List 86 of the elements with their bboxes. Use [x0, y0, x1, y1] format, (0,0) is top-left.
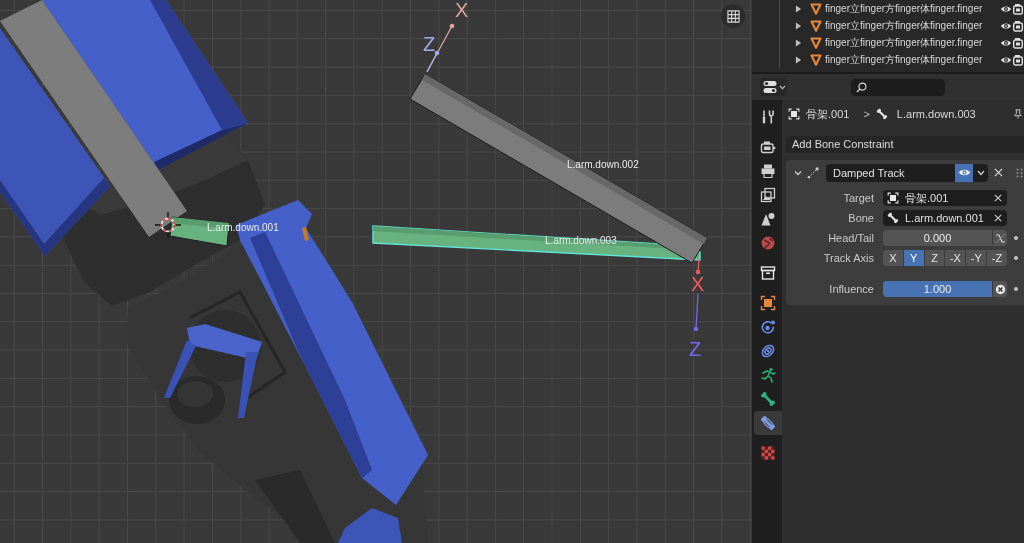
axis-label: Z — [423, 33, 436, 55]
checker-icon — [760, 445, 776, 461]
inverted-triangle-icon — [810, 2, 822, 15]
grid-icon — [726, 9, 740, 23]
image-stack-icon — [760, 187, 776, 203]
axis-label: X — [455, 0, 469, 21]
field-label: Track Axis — [822, 250, 874, 266]
outliner-item[interactable]: finger立finger方finger体finger.finger — [825, 18, 983, 33]
field-label: Influence — [828, 281, 874, 297]
outliner-item[interactable]: finger立finger方finger体finger.finger — [825, 1, 983, 16]
axis-option[interactable]: -Y — [966, 250, 988, 266]
axis-line — [695, 258, 701, 275]
camera-icon[interactable] — [1013, 2, 1023, 15]
dot-icon[interactable] — [1013, 236, 1018, 240]
enable-toggle[interactable] — [955, 163, 973, 182]
disclosure-triangle-icon[interactable] — [795, 55, 802, 64]
bracketed-square-icon — [887, 192, 899, 204]
inverted-triangle-icon — [810, 53, 822, 66]
camera-icon[interactable] — [1013, 36, 1023, 49]
x-circle-icon — [994, 283, 1006, 295]
bone-icon — [887, 212, 899, 224]
curve-icon — [994, 232, 1006, 244]
inverted-triangle-icon — [810, 36, 822, 49]
wrench-screwdriver-icon — [760, 109, 776, 125]
field-label: Target — [842, 190, 874, 206]
value-slider[interactable]: 0.000 — [883, 230, 992, 246]
close-icon[interactable] — [994, 168, 1003, 177]
bone-label: L.arm.down.002 — [567, 159, 639, 170]
axis-label: Z — [689, 338, 702, 360]
printer-icon — [760, 163, 776, 179]
nested-ovals-icon — [760, 343, 776, 359]
add-constraint-dropdown[interactable]: Add Bone Constraint — [786, 136, 1024, 153]
value-slider[interactable]: 1.000 — [883, 281, 992, 297]
bone-icon — [760, 391, 776, 407]
constraint-name-field[interactable]: Damped Track — [826, 163, 955, 182]
pin-icon[interactable] — [1013, 109, 1023, 119]
chevron-down-icon — [976, 169, 985, 176]
axis-option[interactable]: Z — [924, 250, 946, 266]
axis-line — [693, 293, 699, 332]
chevron-down-icon — [779, 84, 786, 90]
search-field[interactable] — [851, 78, 945, 96]
dropdown-button[interactable] — [973, 163, 988, 182]
axis-option[interactable]: X — [883, 250, 904, 266]
running-figure-icon — [760, 367, 776, 383]
archive-box-icon — [760, 265, 776, 281]
field-label: Bone — [847, 210, 874, 226]
disclosure-triangle-icon[interactable] — [795, 38, 802, 47]
dot-icon[interactable] — [1013, 256, 1018, 260]
disclosure-triangle-icon[interactable] — [795, 21, 802, 30]
field-label: Head/Tail — [827, 230, 874, 246]
disclosure-triangle-icon[interactable] — [795, 4, 802, 13]
camera-icon[interactable] — [1013, 19, 1023, 32]
dotted-line-icon — [807, 166, 819, 179]
camera-icon[interactable] — [1013, 53, 1023, 66]
close-icon[interactable] — [994, 194, 1002, 202]
toggle-switches-icon — [763, 80, 777, 94]
breadcrumb-item: 骨架.001 — [806, 106, 850, 122]
axis-option[interactable]: -X — [945, 250, 967, 266]
axis-option[interactable]: Y — [903, 250, 925, 266]
object-field[interactable]: 骨架.001 — [883, 190, 1007, 206]
outliner-item[interactable]: finger立finger方finger体finger.finger — [825, 52, 983, 67]
cone-sphere-icon — [760, 211, 776, 227]
bracketed-square-icon — [760, 295, 776, 311]
bone-label: L.arm.down.003 — [545, 235, 617, 246]
bone-ring-icon — [760, 415, 776, 431]
crosshair-icon — [154, 211, 182, 239]
breadcrumb-separator: > — [863, 106, 870, 122]
close-icon[interactable] — [994, 214, 1002, 222]
bone-icon — [875, 108, 888, 120]
breadcrumb-item: L.arm.down.003 — [896, 106, 976, 122]
globe-icon — [760, 235, 776, 251]
axis-label: X — [691, 273, 705, 295]
side-button[interactable] — [992, 230, 1007, 246]
editor-type-button[interactable] — [760, 78, 787, 96]
search-icon — [856, 81, 867, 93]
drag-handle-icon[interactable] — [1016, 167, 1023, 178]
outliner-item[interactable]: finger立finger方finger体finger.finger — [825, 35, 983, 50]
camera-icon — [760, 139, 776, 155]
chevron-down-icon[interactable] — [794, 168, 802, 177]
bone-field[interactable]: L.arm.down.001 — [883, 210, 1007, 226]
dot-icon[interactable] — [1013, 287, 1018, 291]
side-button[interactable] — [992, 281, 1007, 297]
orbit-icon — [760, 319, 776, 335]
axis-option[interactable]: -Z — [987, 250, 1007, 266]
inverted-triangle-icon — [810, 19, 822, 32]
bracketed-square-icon — [788, 108, 800, 120]
